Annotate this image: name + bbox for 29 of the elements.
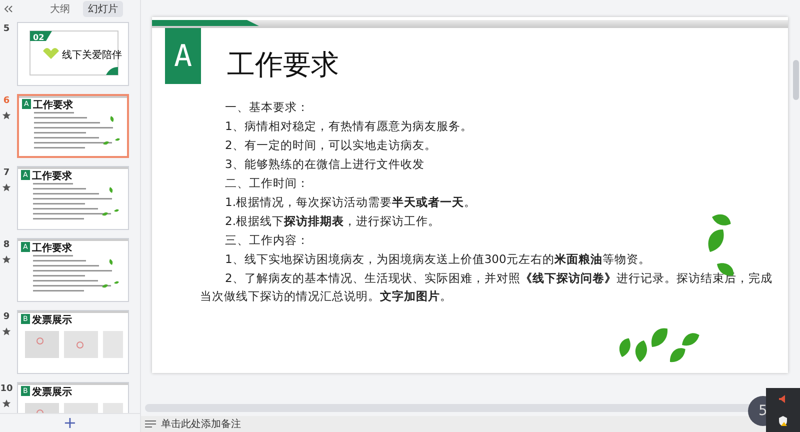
- thumbnail-title: 发票展示: [32, 314, 72, 327]
- notes-placeholder[interactable]: 单击此处添加备注: [161, 417, 241, 431]
- slide-number: 8: [3, 240, 10, 250]
- body-paragraph: 1、病情相对稳定，有热情有愿意为病友服务。: [224, 118, 474, 135]
- slide-title: 工作要求: [227, 47, 339, 83]
- add-slide-button[interactable]: +: [63, 415, 77, 431]
- slide-number: 10: [0, 384, 13, 394]
- body-paragraph: 二、工作时间：: [224, 175, 310, 192]
- section-badge: A: [165, 28, 201, 84]
- body-paragraph: 1、线下实地探访困境病友，为困境病友送上价值300元左右的米面粮油等物资。: [224, 251, 652, 268]
- thumbnail-title: 工作要求: [32, 242, 72, 255]
- body-paragraph: 3、能够熟练的在微信上进行文件收发: [224, 156, 426, 173]
- body-paragraph: 1.根据情况，每次探访活动需要半天或者一天。: [224, 194, 477, 211]
- thumbnail-title: 线下关爱陪伴: [62, 48, 122, 62]
- panel-tab[interactable]: 大纲: [45, 1, 75, 17]
- body-paragraph: 2.根据线下探访排期表，进行探访工作。: [224, 213, 441, 230]
- slide-number: 5: [3, 24, 10, 34]
- body-paragraph: 2、有一定的时间，可以实地走访病友。: [224, 137, 438, 154]
- body-paragraph: 一、基本要求：: [224, 99, 310, 116]
- thumbnail-title: 发票展示: [32, 386, 72, 399]
- slide-number: 7: [3, 168, 10, 178]
- slide-number: 6: [3, 96, 10, 106]
- section-number: 02: [33, 33, 44, 42]
- body-paragraph: 三、工作内容：: [224, 232, 310, 249]
- thumbnail-title: 工作要求: [33, 98, 73, 112]
- slide-thumbnail[interactable]: 02 线下关爱陪伴: [17, 22, 129, 86]
- panel-tab[interactable]: 幻灯片: [83, 1, 123, 17]
- thumbnail-title: 工作要求: [32, 170, 72, 183]
- slide-number: 9: [3, 312, 10, 322]
